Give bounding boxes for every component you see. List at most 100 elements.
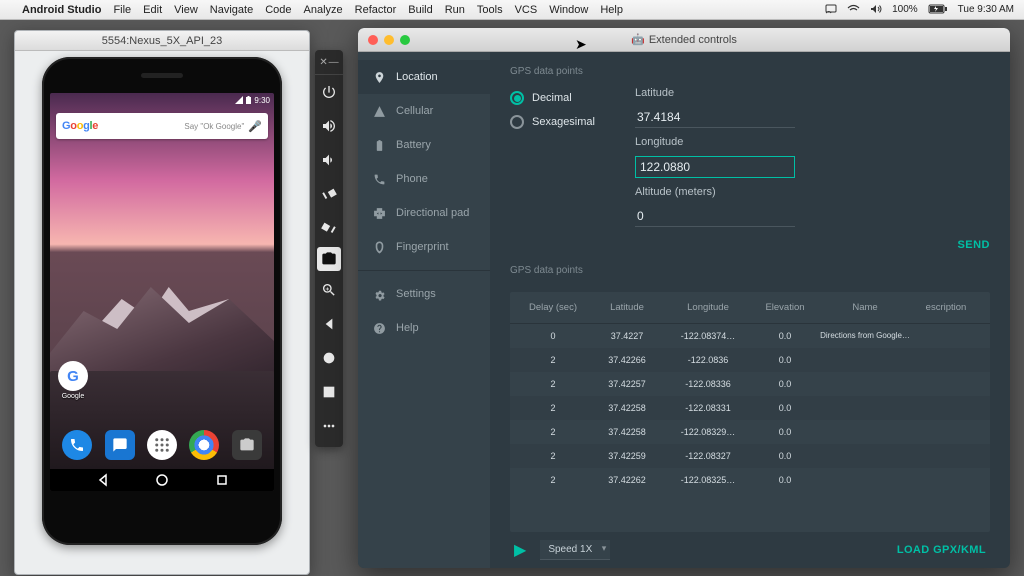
recents-button[interactable] [215,473,229,487]
menu-window[interactable]: Window [549,4,588,16]
android-clock: 9:30 [254,96,270,105]
battery-icon [245,96,252,104]
location-icon [372,71,386,84]
volume-down-button[interactable] [315,143,343,177]
menu-file[interactable]: File [113,4,131,16]
menu-code[interactable]: Code [265,4,291,16]
sidebar-item-settings[interactable]: Settings [358,277,490,311]
screencast-icon[interactable] [825,4,837,15]
zoom-window-button[interactable] [400,35,410,45]
back-button[interactable] [96,473,110,487]
menu-view[interactable]: View [174,4,198,16]
table-row[interactable]: 237.42258-122.083310.0 [510,396,990,420]
menu-vcs[interactable]: VCS [515,4,538,16]
minimize-icon[interactable]: — [329,57,339,68]
sidebar-item-battery[interactable]: Battery [358,128,490,162]
battery-icon [372,139,386,152]
close-icon[interactable]: ✕ [319,57,327,68]
home-button-tb[interactable] [315,341,343,375]
google-app-icon[interactable]: G Google [58,361,88,399]
close-window-button[interactable] [368,35,378,45]
google-logo: Google [62,120,98,132]
latitude-input[interactable] [635,107,795,128]
menu-build[interactable]: Build [408,4,432,16]
menu-edit[interactable]: Edit [143,4,162,16]
more-button[interactable] [315,409,343,443]
table-header: Delay (sec) Latitude Longitude Elevation… [510,292,990,324]
volume-icon[interactable] [870,4,882,15]
volume-up-button[interactable] [315,109,343,143]
table-row[interactable]: 237.42266-122.08360.0 [510,348,990,372]
zoom-button[interactable] [315,273,343,307]
finger-icon [372,241,386,254]
table-row[interactable]: 037.4227-122.08374…0.0Directions from Go… [510,324,990,348]
clock[interactable]: Tue 9:30 AM [958,4,1014,15]
radio-sexagesimal[interactable]: Sexagesimal [510,115,595,129]
window-title: Extended controls [649,34,737,46]
longitude-input[interactable] [635,156,795,178]
signal-icon [235,96,243,104]
menu-navigate[interactable]: Navigate [210,4,253,16]
overview-button-tb[interactable] [315,375,343,409]
messages-icon[interactable] [105,430,135,460]
sidebar-item-phone[interactable]: Phone [358,162,490,196]
mac-menubar: Android Studio File Edit View Navigate Code A… [0,0,1024,20]
android-icon: 🤖 [631,34,645,46]
extended-sidebar: LocationCellularBatteryPhoneDirectional … [358,52,490,568]
home-button[interactable] [155,473,169,487]
battery-icon[interactable] [928,4,948,15]
android-dock [50,423,274,467]
battery-percent: 100% [892,4,918,15]
sidebar-item-directional-pad[interactable]: Directional pad [358,196,490,230]
table-row[interactable]: 237.42257-122.083360.0 [510,372,990,396]
menu-refactor[interactable]: Refactor [355,4,397,16]
extended-main: GPS data points Decimal Sexagesimal Lati… [490,52,1010,568]
sidebar-item-help[interactable]: Help [358,311,490,345]
speed-select[interactable]: Speed 1X [540,540,610,560]
radio-dot-icon [510,115,524,129]
phone-icon [372,173,386,186]
camera-icon[interactable] [232,430,262,460]
emulator-window: 5554:Nexus_5X_API_23 9:30 Google Say "Ok… [14,30,310,575]
android-navbar [50,469,274,491]
load-gpx-button[interactable]: LOAD GPX/KML [897,544,986,556]
sidebar-item-location[interactable]: Location [358,60,490,94]
phone-frame: 9:30 Google Say "Ok Google" 🎤 G Google [42,57,282,545]
power-button[interactable] [315,75,343,109]
play-button[interactable]: ▶ [514,540,526,560]
sidebar-item-fingerprint[interactable]: Fingerprint [358,230,490,264]
table-row[interactable]: 237.42262-122.08325…0.0 [510,468,990,492]
minimize-window-button[interactable] [384,35,394,45]
gps-table: Delay (sec) Latitude Longitude Elevation… [510,292,990,532]
dialer-icon[interactable] [62,430,92,460]
send-button[interactable]: SEND [957,239,990,251]
rotate-right-button[interactable] [315,211,343,245]
phone-screen[interactable]: 9:30 Google Say "Ok Google" 🎤 G Google [50,93,274,491]
emulator-toolbar: ✕ — [315,50,343,447]
latitude-label: Latitude [635,87,990,99]
wifi-icon[interactable] [847,4,860,15]
altitude-input[interactable] [635,206,795,227]
android-statusbar: 9:30 [50,93,274,107]
settings-icon [372,288,386,301]
section-label: GPS data points [510,66,990,77]
table-row[interactable]: 237.42258-122.08329…0.0 [510,420,990,444]
menu-tools[interactable]: Tools [477,4,503,16]
menu-help[interactable]: Help [600,4,623,16]
menu-run[interactable]: Run [445,4,465,16]
app-drawer-icon[interactable] [147,430,177,460]
mic-icon[interactable]: 🎤 [248,120,262,133]
screenshot-button[interactable] [317,247,341,271]
menu-analyze[interactable]: Analyze [304,4,343,16]
back-button-tb[interactable] [315,307,343,341]
app-name[interactable]: Android Studio [22,4,101,16]
chrome-icon[interactable] [189,430,219,460]
rotate-left-button[interactable] [315,177,343,211]
search-placeholder: Say "Ok Google" [98,122,244,131]
radio-decimal[interactable]: Decimal [510,91,595,105]
google-search-bar[interactable]: Google Say "Ok Google" 🎤 [56,113,268,139]
window-titlebar[interactable]: 🤖 Extended controls [358,28,1010,52]
table-row[interactable]: 237.42259-122.083270.0 [510,444,990,468]
table-body[interactable]: 037.4227-122.08374…0.0Directions from Go… [510,324,990,492]
sidebar-item-cellular[interactable]: Cellular [358,94,490,128]
